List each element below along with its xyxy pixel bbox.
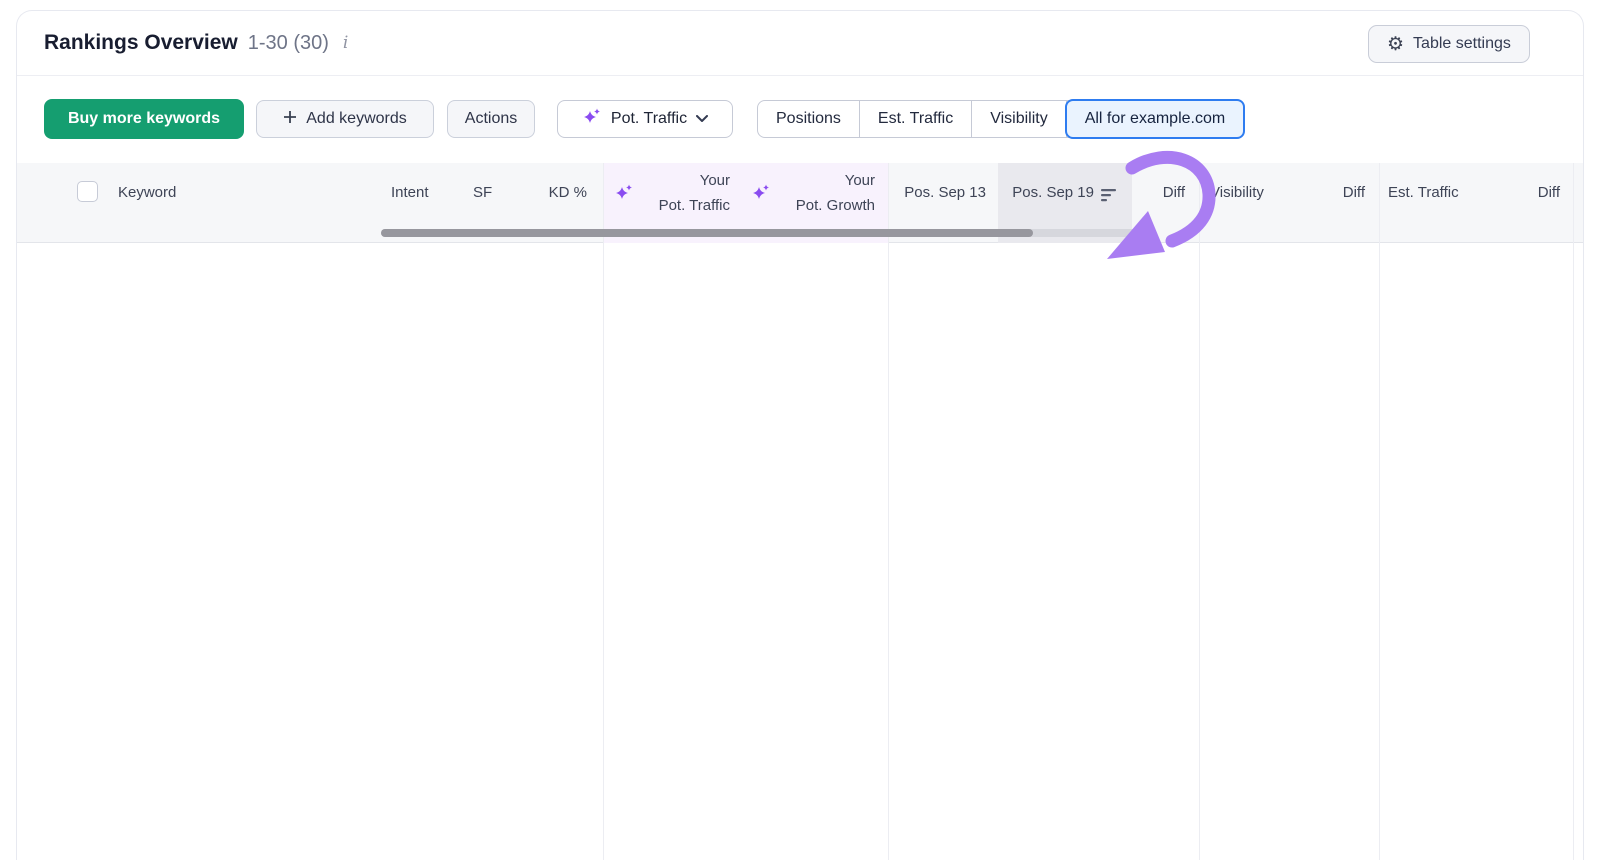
- add-keywords-label: Add keywords: [306, 110, 407, 128]
- title-bar: Rankings Overview 1-30 (30) i: [44, 31, 348, 55]
- column-divider: [1573, 163, 1574, 860]
- col-diff-pos[interactable]: Diff: [1163, 184, 1185, 201]
- col-est-traffic[interactable]: Est. Traffic: [1388, 184, 1459, 201]
- select-all-checkbox[interactable]: [77, 181, 98, 202]
- column-divider: [888, 163, 889, 860]
- horizontal-scrollbar-thumb[interactable]: [381, 229, 1033, 237]
- metric-dropdown[interactable]: Pot. Traffic: [557, 100, 733, 138]
- segment-visibility[interactable]: Visibility: [972, 101, 1067, 137]
- segment-positions[interactable]: Positions: [758, 101, 860, 137]
- gear-icon: ⚙: [1387, 35, 1404, 54]
- buy-more-keywords-label: Buy more keywords: [68, 110, 220, 128]
- col-pot-growth-line2[interactable]: Pot. Growth: [796, 197, 875, 214]
- actions-button[interactable]: Actions: [447, 100, 535, 138]
- sparkles-icon: [751, 183, 771, 207]
- col-keyword[interactable]: Keyword: [118, 184, 176, 201]
- plus-icon: [283, 110, 297, 129]
- metric-dropdown-label: Pot. Traffic: [611, 110, 687, 128]
- column-divider: [1379, 163, 1380, 860]
- col-pot-growth-line1[interactable]: Your: [845, 172, 875, 189]
- segment-est-traffic-label: Est. Traffic: [878, 110, 953, 128]
- view-segmented-control: Positions Est. Traffic Visibility All fo…: [757, 100, 1244, 138]
- segment-positions-label: Positions: [776, 110, 841, 128]
- add-keywords-button[interactable]: Add keywords: [256, 100, 434, 138]
- chevron-down-icon: [696, 110, 708, 128]
- info-icon[interactable]: i: [343, 33, 348, 53]
- col-pot-traffic-line2[interactable]: Pot. Traffic: [659, 197, 730, 214]
- table-settings-label: Table settings: [1413, 35, 1511, 53]
- col-pot-traffic-line1[interactable]: Your: [700, 172, 730, 189]
- actions-label: Actions: [465, 110, 517, 128]
- segment-all-for-domain[interactable]: All for example.com: [1065, 99, 1246, 139]
- col-visibility[interactable]: Visibility: [1210, 184, 1264, 201]
- column-divider: [603, 163, 604, 860]
- col-kd[interactable]: KD %: [549, 184, 587, 201]
- column-divider: [1199, 163, 1200, 860]
- sparkles-icon: [582, 107, 602, 132]
- col-diff-est[interactable]: Diff: [1538, 184, 1560, 201]
- col-pos-sep19[interactable]: Pos. Sep 19: [1012, 184, 1094, 201]
- segment-all-for-domain-label: All for example.com: [1085, 110, 1226, 128]
- col-sf[interactable]: SF: [473, 184, 492, 201]
- title-range: 1-30 (30): [248, 32, 329, 55]
- table-settings-button[interactable]: ⚙ Table settings: [1368, 25, 1530, 63]
- header-divider: [17, 75, 1583, 76]
- segment-est-traffic[interactable]: Est. Traffic: [860, 101, 972, 137]
- buy-more-keywords-button[interactable]: Buy more keywords: [44, 99, 244, 139]
- sort-descending-icon[interactable]: [1101, 189, 1121, 207]
- horizontal-scrollbar-track[interactable]: [381, 229, 1141, 237]
- col-diff-vis[interactable]: Diff: [1343, 184, 1365, 201]
- col-intent[interactable]: Intent: [391, 184, 429, 201]
- page-title: Rankings Overview: [44, 31, 238, 55]
- sparkles-icon: [614, 183, 634, 207]
- col-pos-sep13[interactable]: Pos. Sep 13: [904, 184, 986, 201]
- segment-visibility-label: Visibility: [990, 110, 1048, 128]
- rankings-overview-page: Rankings Overview 1-30 (30) i ⚙ Table se…: [0, 0, 1600, 860]
